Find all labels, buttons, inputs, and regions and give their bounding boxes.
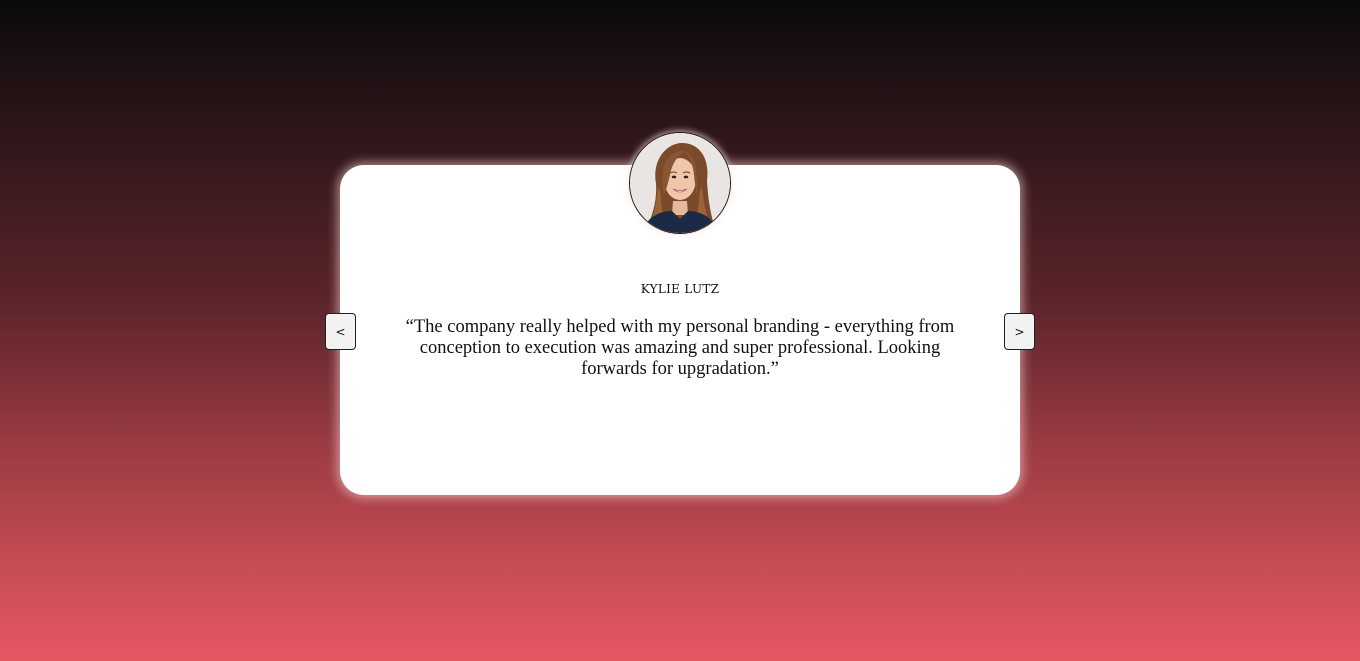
previous-button[interactable]: < <box>325 313 356 350</box>
testimonial-avatar <box>629 132 731 234</box>
person-photo-icon <box>630 133 730 233</box>
next-button[interactable]: > <box>1004 313 1035 350</box>
testimonial-quote: “The company really helped with my perso… <box>405 317 955 379</box>
testimonial-name: KYLIE LUTZ <box>640 282 720 296</box>
